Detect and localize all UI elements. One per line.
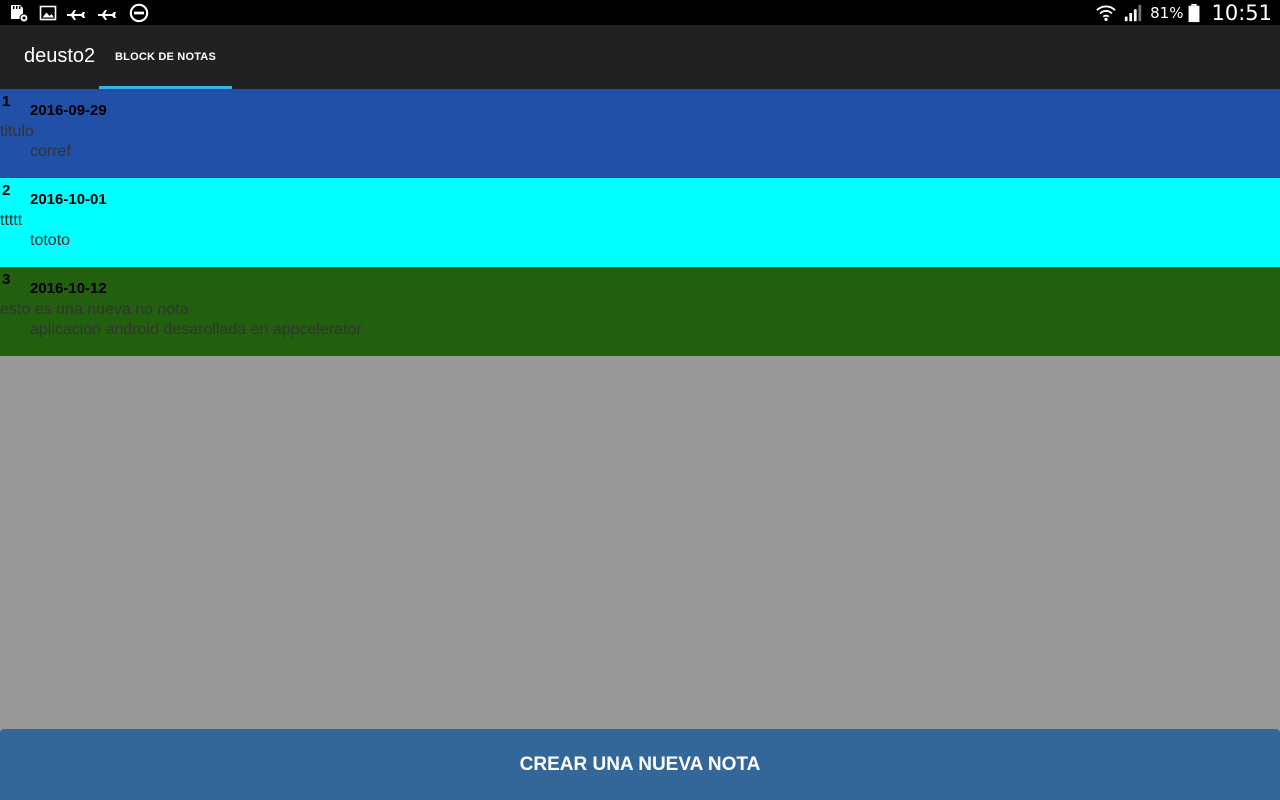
- do-not-disturb-icon: [129, 3, 149, 22]
- note-id: 2: [2, 182, 11, 199]
- battery-percent: 81%: [1150, 3, 1184, 22]
- note-date: 2016-10-01: [30, 191, 107, 208]
- app-title: deusto2: [24, 45, 96, 67]
- note-row[interactable]: 2 2016-10-01 ttttt tototo: [0, 178, 1280, 267]
- note-body: aplicacion android desarollada en appcel…: [30, 321, 362, 338]
- note-id: 1: [2, 93, 11, 110]
- note-date: 2016-10-12: [30, 280, 107, 297]
- notes-list: 1 2016-09-29 titulo corref 2 2016-10-01 …: [0, 89, 1280, 356]
- system-indicators: 81% 10:51: [1094, 0, 1272, 25]
- notification-icons: [8, 2, 150, 23]
- note-title: titulo: [0, 123, 34, 140]
- signal-icon: [1124, 4, 1142, 21]
- note-row[interactable]: 1 2016-09-29 titulo corref: [0, 89, 1280, 178]
- image-icon: [39, 5, 57, 20]
- note-title: esto es una nueva no nota: [0, 301, 189, 318]
- tab-label: BLOCK DE NOTAS: [115, 51, 216, 63]
- note-body: corref: [30, 143, 71, 160]
- sd-card-settings-icon: [11, 4, 29, 22]
- wifi-icon: [1096, 5, 1116, 21]
- battery-icon: [1189, 3, 1200, 22]
- action-bar: deusto2 BLOCK DE NOTAS: [0, 25, 1280, 89]
- tab-block-de-notas[interactable]: BLOCK DE NOTAS: [99, 25, 232, 89]
- clock: 10:51: [1211, 0, 1272, 25]
- create-note-button[interactable]: CREAR UNA NUEVA NOTA: [0, 729, 1280, 800]
- airplane-icon: [67, 9, 85, 20]
- note-id: 3: [2, 271, 11, 288]
- airplane-icon: [98, 9, 116, 20]
- status-bar: 81% 10:51: [0, 0, 1280, 25]
- note-date: 2016-09-29: [30, 102, 107, 119]
- note-body: tototo: [30, 232, 71, 249]
- note-title: ttttt: [0, 212, 23, 229]
- note-row[interactable]: 3 2016-10-12 esto es una nueva no nota a…: [0, 267, 1280, 356]
